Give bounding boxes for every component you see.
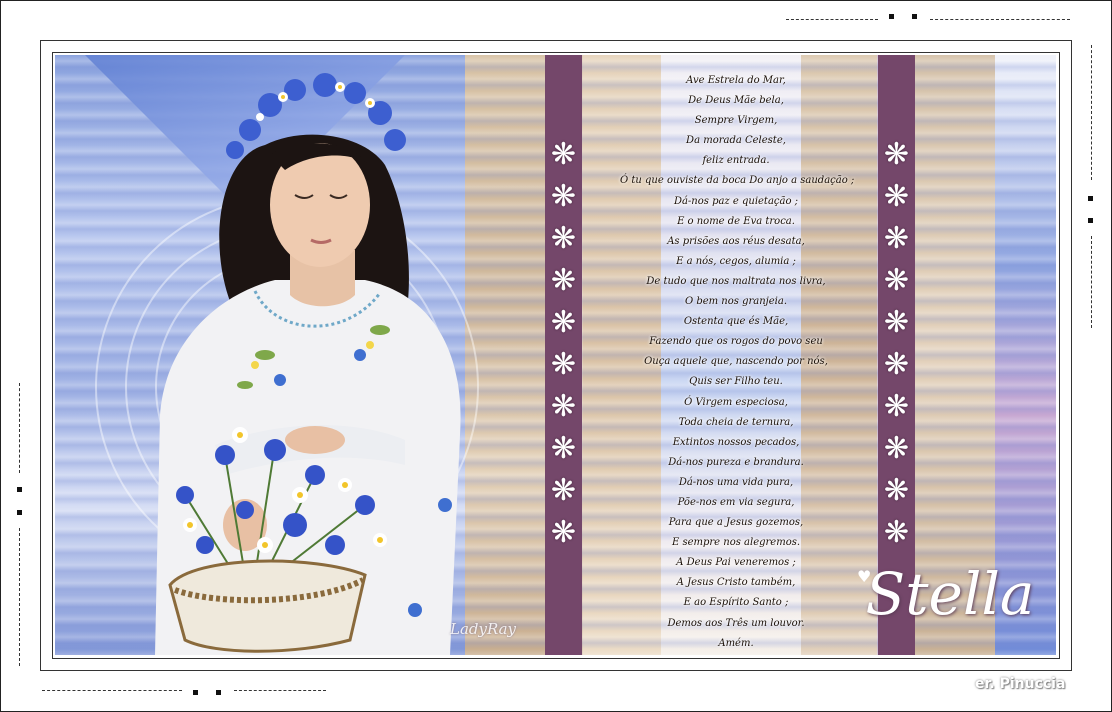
poem-line: Põe-nos em via segura, bbox=[677, 496, 795, 508]
poem-line: Para que a Jesus gozemos, bbox=[668, 517, 804, 529]
top-dot-2 bbox=[912, 14, 917, 19]
right-dash-bottom bbox=[1091, 236, 1092, 328]
poem-line: Extintos nossos pecados, bbox=[672, 436, 800, 448]
poem-line: Ostenta que és Mãe, bbox=[683, 316, 789, 328]
white-flower-icon: ❋ bbox=[550, 137, 577, 172]
bottom-dash-left bbox=[42, 690, 182, 691]
poem-line: De tudo que nos maltrata nos livra, bbox=[646, 275, 826, 287]
poem-text: Ave Estrela do Mar, De Deus Mãe bela, Se… bbox=[620, 71, 855, 654]
white-flower-icon: ❋ bbox=[550, 389, 577, 424]
poem-line: Demos aos Três um louvor. bbox=[667, 617, 805, 629]
poem-line: Dá-nos uma vida pura, bbox=[678, 476, 794, 488]
white-flower-icon: ❋ bbox=[883, 305, 910, 340]
woman-illustration bbox=[155, 73, 461, 655]
right-dot-2 bbox=[1088, 218, 1093, 223]
artwork: ❋ ❋ ❋ ❋ ❋ ❋ ❋ ❋ ❋ ❋ ❋ ❋ ❋ ❋ ❋ ❋ ❋ ❋ ❋ ❋ … bbox=[55, 55, 1056, 655]
poem-line: Fazendo que os rogos do povo seu bbox=[649, 336, 823, 348]
white-flower-icon: ❋ bbox=[550, 473, 577, 508]
white-flower-icon: ❋ bbox=[550, 179, 577, 214]
white-flower-icon: ❋ bbox=[883, 347, 910, 382]
left-dot-2 bbox=[17, 510, 22, 515]
white-flower-icon: ❋ bbox=[883, 221, 910, 256]
white-flower-icon: ❋ bbox=[883, 389, 910, 424]
white-flower-icon: ❋ bbox=[550, 347, 577, 382]
white-flower-icon: ❋ bbox=[883, 473, 910, 508]
left-dot-1 bbox=[17, 487, 22, 492]
poem-line: E sempre nos alegremos. bbox=[671, 537, 801, 549]
poem-line: Da morada Celeste, bbox=[686, 135, 786, 147]
poem-line: Quis ser Filho teu. bbox=[689, 376, 783, 388]
poem-line: De Deus Mãe bela, bbox=[688, 95, 784, 107]
white-flower-icon: ❋ bbox=[883, 263, 910, 298]
bottom-dash-right bbox=[234, 690, 326, 691]
right-dash-top bbox=[1091, 45, 1092, 180]
top-dash-left bbox=[786, 19, 878, 20]
white-flower-icon: ❋ bbox=[883, 515, 910, 550]
white-flower-icon: ❋ bbox=[550, 515, 577, 550]
bottom-dot-2 bbox=[216, 690, 221, 695]
credit-text: er. Pinuccia bbox=[975, 676, 1066, 692]
purple-stripe-left: ❋ ❋ ❋ ❋ ❋ ❋ ❋ ❋ ❋ ❋ bbox=[545, 55, 582, 655]
title-stella: Stella bbox=[865, 560, 1035, 628]
poem-line: O bem nos granjeia. bbox=[684, 296, 788, 308]
poem-line: A Jesus Cristo também, bbox=[676, 577, 796, 589]
white-flower-icon: ❋ bbox=[883, 431, 910, 466]
left-dash-bottom bbox=[19, 528, 20, 666]
poem-line: E o nome de Eva troca. bbox=[677, 215, 795, 227]
poem-line: Ave Estrela do Mar, bbox=[686, 75, 786, 86]
right-dot-1 bbox=[1088, 196, 1093, 201]
white-flower-icon: ❋ bbox=[550, 305, 577, 340]
white-flower-icon: ❋ bbox=[550, 221, 577, 256]
white-flower-icon: ❋ bbox=[883, 179, 910, 214]
poem-line: Sempre Virgem, bbox=[694, 115, 778, 127]
poem-line: E a nós, cegos, alumia ; bbox=[676, 255, 796, 267]
poem-line: Dá-nos paz e quietação ; bbox=[673, 195, 799, 207]
poem-line: E ao Espírito Santo ; bbox=[683, 597, 789, 609]
poem-line: Ó Virgem especiosa, bbox=[684, 396, 788, 408]
poem-line: Amém. bbox=[718, 637, 754, 649]
poem-line: feliz entrada. bbox=[702, 155, 770, 167]
top-dash-right bbox=[930, 19, 1070, 20]
left-dash-top bbox=[19, 383, 20, 473]
white-flower-icon: ❋ bbox=[550, 431, 577, 466]
poem-line: A Deus Pai veneremos ; bbox=[676, 557, 796, 569]
poem-line: Ouça aquele que, nascendo por nós, bbox=[644, 356, 828, 368]
artist-watermark: LadyRay bbox=[450, 620, 517, 638]
poem-line: Toda cheia de ternura, bbox=[678, 416, 794, 428]
bottom-dot-1 bbox=[193, 690, 198, 695]
poem-line: Dá-nos pureza e brandura. bbox=[668, 456, 804, 468]
poem-line: Ó tu que ouviste da boca Do anjo a sauda… bbox=[620, 175, 855, 187]
top-dot-1 bbox=[889, 14, 894, 19]
white-flower-icon: ❋ bbox=[550, 263, 577, 298]
white-flower-icon: ❋ bbox=[883, 137, 910, 172]
poem-line: As prisões aos réus desata, bbox=[667, 235, 805, 247]
